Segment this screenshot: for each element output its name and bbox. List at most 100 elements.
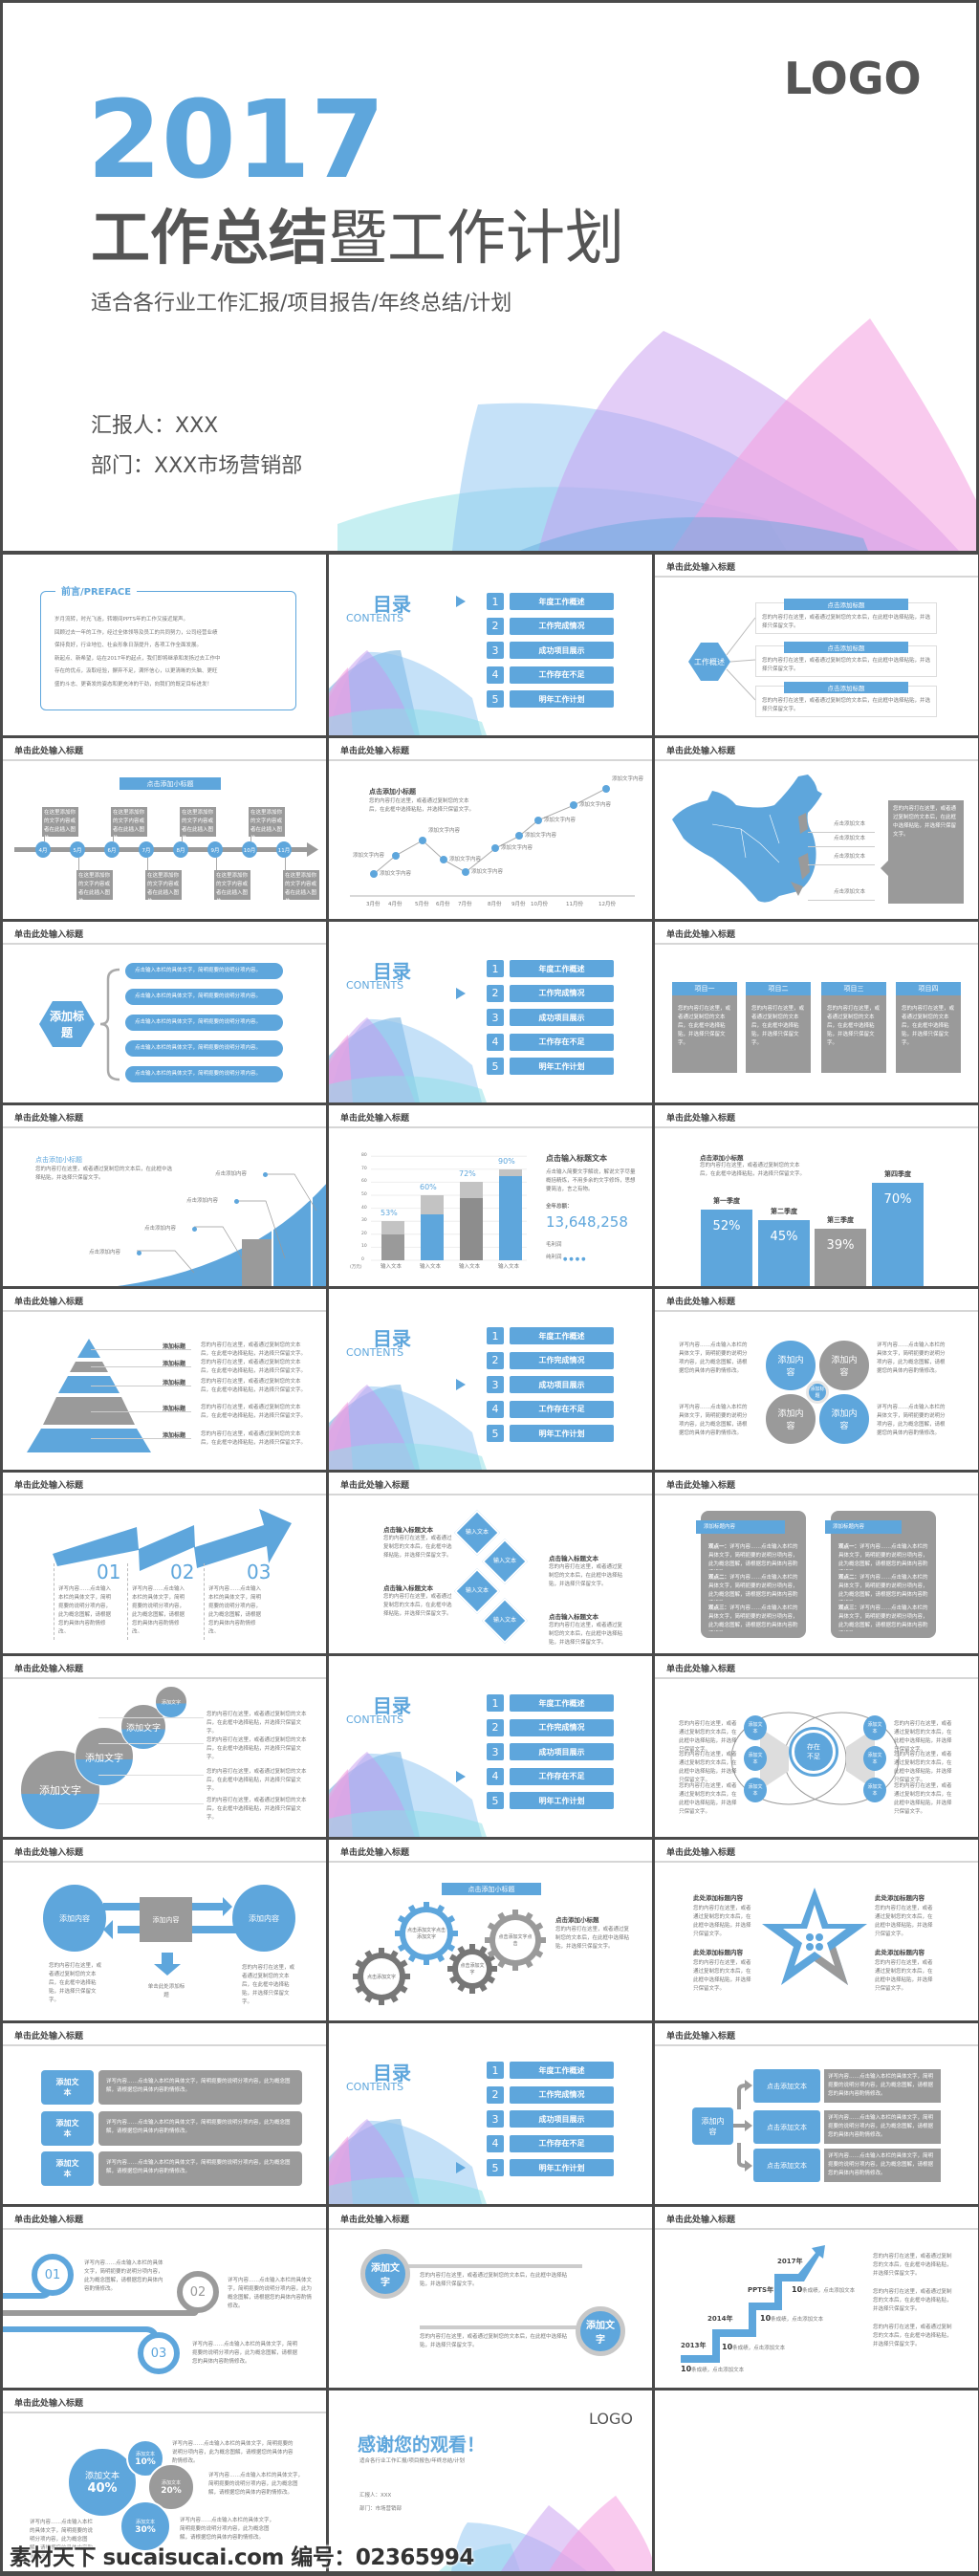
contents-number[interactable]: 2 — [487, 1351, 504, 1369]
projects-slide[interactable]: 单击此处输入标题 您的内容打在这里，或者通过复制您的文本后，在此框中选择粘贴，并选… — [655, 922, 978, 1102]
pill-item[interactable]: 点击输入本栏的具体文字，简明扼要的说明分项内容。 — [125, 1040, 283, 1057]
contents-number[interactable]: 5 — [487, 1792, 504, 1809]
contents-item-3[interactable]: 成功项目展示 — [510, 642, 614, 659]
contents-number[interactable]: 1 — [487, 593, 504, 610]
pill-item[interactable]: 点击输入本栏的具体文字，简明扼要的说明分项内容。 — [125, 1066, 283, 1082]
contents-slide[interactable]: 目录 CONTENTS 1 年度工作概述 2 工作完成情况 3 成功项目展示 4 工作存在不足 5 明… — [329, 2023, 652, 2204]
contents-item-1[interactable]: 年度工作概述 — [510, 2062, 614, 2079]
contents-item-3[interactable]: 成功项目展示 — [510, 1376, 614, 1393]
contents-number[interactable]: 2 — [487, 2085, 504, 2104]
contents-number[interactable]: 4 — [487, 666, 504, 684]
contents-number[interactable]: 4 — [487, 1033, 504, 1051]
contents-slide[interactable]: 目录 CONTENTS 1 年度工作概述 2 工作完成情况 3 成功项目展示 4 工作存在不足 5 明… — [329, 555, 652, 735]
quarter-chart-slide[interactable]: 单击此处输入标题 点击添加小标题 您的内容打在这里，或者通过复制您的文本后，在此框中… — [655, 1105, 978, 1286]
contents-item-5[interactable]: 明年工作计划 — [510, 690, 614, 708]
timeline-node[interactable]: 10月 — [242, 841, 257, 858]
timeline-node[interactable]: 8月 — [173, 841, 188, 858]
text-blocks-slide[interactable]: 单击此处输入标题 添加文字 添加文字 您的内容打在这里，或者通过复制您的文本后，在此框… — [329, 2207, 652, 2388]
contents-number[interactable]: 3 — [487, 1376, 504, 1393]
contents-item-4[interactable]: 工作存在不足 — [510, 666, 614, 684]
rings-slide[interactable]: 单击此处输入标题 01 02 03 详写内容……点击输入本栏的具体文字，简明扼要的说明分… — [3, 2207, 326, 2388]
contents-number[interactable]: 4 — [487, 1400, 504, 1418]
contents-slide[interactable]: 目录 CONTENTS 1 年度工作概述 2 工作完成情况 3 成功项目展示 4 工作存在不足 5 明… — [329, 1289, 652, 1470]
three-rows-slide[interactable]: 单击此处输入标题 添加文本 详写内容……点击输入本栏的具体文字，简明扼要的说明分项内… — [3, 2023, 326, 2204]
contents-number[interactable]: 2 — [487, 984, 504, 1002]
contents-item-5[interactable]: 明年工作计划 — [510, 2159, 614, 2176]
contents-slide[interactable]: 目录 CONTENTS 1 年度工作概述 2 工作完成情况 3 成功项目展示 4 工作存在不足 5 明… — [329, 922, 652, 1102]
preface-slide[interactable]: 前言/PREFACE 岁月流转，时光飞逝，转眼间PPTS年的工作又接近尾声。 回顾过… — [3, 555, 326, 735]
contents-item-5[interactable]: 明年工作计划 — [510, 1792, 614, 1809]
diamonds-slide[interactable]: 单击此处输入标题 输入文本 输入文本 输入文本 输入文本 点击输入标题文本 您的内容打在这里… — [329, 1473, 652, 1653]
contents-number[interactable]: 3 — [487, 1009, 504, 1026]
gears-slide[interactable]: 单击此处输入标题 点击添加小标题 点击添加文字点击添加文字 点击添加文字 点击添加文字点… — [329, 1840, 652, 2020]
zigzag-slide[interactable]: 单击此处输入标题 01 详写内容……点击输入本栏的具体文字，简明扼要的说明分项内容，… — [3, 1473, 326, 1653]
contents-item-4[interactable]: 工作存在不足 — [510, 1767, 614, 1785]
timeline-node[interactable]: 5月 — [70, 841, 85, 858]
contents-number[interactable]: 1 — [487, 2062, 504, 2079]
contents-item-4[interactable]: 工作存在不足 — [510, 1400, 614, 1418]
contents-number[interactable]: 5 — [487, 2159, 504, 2176]
cover-slide[interactable]: LOGO 2017 工作总结暨工作计划 适合各行业工作汇报/项目报告/年终总结/… — [3, 3, 976, 551]
timeline-node[interactable]: 11月 — [276, 841, 292, 858]
pill-item[interactable]: 点击输入本栏的具体文字，简明扼要的说明分项内容。 — [125, 1015, 283, 1031]
line-chart-slide[interactable]: 单击此处输入标题 点击添加小标题 您的内容打在这里，或者通过复制您的文本后，在此框中… — [329, 738, 652, 919]
flow-slide[interactable]: 单击此处输入标题 添加内容 添加内容 添加内容 单击此处添加标题 您的内容打在这里，或者通… — [3, 1840, 326, 2020]
timeline-node[interactable]: 4月 — [35, 841, 51, 858]
pill-item[interactable]: 点击输入本栏的具体文字，简明扼要的说明分项内容。 — [125, 963, 283, 979]
contents-number[interactable]: 2 — [487, 1718, 504, 1736]
contents-item-2[interactable]: 工作完成情况 — [510, 1351, 614, 1369]
pyramid-slide[interactable]: 单击此处输入标题 添加标题 您的内容打在这里，或者通过复制您的文本后，在此框中选择粘… — [3, 1289, 326, 1470]
stacked-circles-slide[interactable]: 单击此处输入标题 添加文字 添加文字 添加文字 添加文字 您的内容打在这里，或者通过复制您… — [3, 1656, 326, 1837]
pill-item[interactable]: 点击输入本栏的具体文字，简明扼要的说明分项内容。 — [125, 989, 283, 1005]
contents-number[interactable]: 1 — [487, 1327, 504, 1344]
contents-number[interactable]: 5 — [487, 1425, 504, 1442]
contents-number[interactable]: 4 — [487, 2134, 504, 2152]
slide-title[interactable]: 单击此处输入标题 — [14, 1662, 83, 1674]
contents-number[interactable]: 5 — [487, 690, 504, 708]
contents-item-3[interactable]: 成功项目展示 — [510, 1009, 614, 1026]
contents-item-2[interactable]: 工作完成情况 — [510, 1718, 614, 1736]
contents-number[interactable]: 1 — [487, 1694, 504, 1712]
curve-slide[interactable]: 单击此处输入标题 点击添加小标题 您的内容打在这里，或者通过复制您的文本后，在此框中… — [3, 1105, 326, 1286]
contents-item-3[interactable]: 成功项目展示 — [510, 1743, 614, 1760]
contents-number[interactable]: 3 — [487, 1743, 504, 1760]
cards-slide[interactable]: 单击此处输入标题 添加标题内容 观点一：详写内容……点击输入本栏的具体文字，简明扼要… — [655, 1473, 978, 1653]
shortfall-slide[interactable]: 单击此处输入标题 存在不足 添加文本 添加文本 您的内容打在这里，或者通过复制您的文本后… — [655, 1656, 978, 1837]
blank-slide[interactable] — [655, 2390, 978, 2571]
slide-title[interactable]: 单击此处输入标题 — [666, 1111, 735, 1124]
slide-title[interactable]: 单击此处输入标题 — [14, 2029, 83, 2041]
contents-number[interactable]: 5 — [487, 1058, 504, 1075]
four-circles-slide[interactable]: 单击此处输入标题 添加内容 添加内容 添加内容 添加内容 添加标题 详写内容……点击输入本栏… — [655, 1289, 978, 1470]
contents-number[interactable]: 2 — [487, 617, 504, 635]
brace-slide[interactable]: 单击此处输入标题 添加标题 点击输入本栏的具体文字，简明扼要的说明分项内容。 点击输入… — [3, 922, 326, 1102]
slide-title[interactable]: 单击此处输入标题 — [340, 2213, 409, 2225]
slide-title[interactable]: 单击此处输入标题 — [666, 928, 735, 940]
slide-title[interactable]: 单击此处输入标题 — [666, 1478, 735, 1491]
contents-item-5[interactable]: 明年工作计划 — [510, 1425, 614, 1442]
contents-item-5[interactable]: 明年工作计划 — [510, 1058, 614, 1075]
contents-item-3[interactable]: 成功项目展示 — [510, 2110, 614, 2128]
overview-slide[interactable]: 单击此处输入标题 工作概述 点击添加标题 您的内容打在这里，或者通过复制您的文本后，在… — [655, 555, 978, 735]
contents-item-2[interactable]: 工作完成情况 — [510, 617, 614, 635]
timeline-node[interactable]: 6月 — [104, 841, 120, 858]
slide-title[interactable]: 单击此处输入标题 — [666, 1295, 735, 1307]
contents-item-1[interactable]: 年度工作概述 — [510, 1327, 614, 1344]
contents-item-1[interactable]: 年度工作概述 — [510, 593, 614, 610]
timeline-slide[interactable]: 单击此处输入标题点击添加小标题4月在这里添加你的文字内容或者在此插入图片5月在这… — [3, 738, 326, 919]
slide-title[interactable]: 单击此处输入标题 — [340, 1478, 409, 1491]
map-slide[interactable]: 单击此处输入标题 您的内容打在这里，或者通过复制您的文本后，在此框中选择粘贴，并选… — [655, 738, 978, 919]
branch-slide[interactable]: 单击此处输入标题 添加内容 点击添加文本 详写内容……点击输入本栏的具体文字，简明扼要… — [655, 2023, 978, 2204]
timeline-node[interactable]: 7月 — [139, 841, 154, 858]
contents-number[interactable]: 3 — [487, 642, 504, 659]
contents-item-4[interactable]: 工作存在不足 — [510, 1033, 614, 1051]
contents-slide[interactable]: 目录 CONTENTS 1 年度工作概述 2 工作完成情况 3 成功项目展示 4 工作存在不足 5 明… — [329, 1656, 652, 1837]
contents-item-4[interactable]: 工作存在不足 — [510, 2134, 614, 2152]
contents-item-1[interactable]: 年度工作概述 — [510, 1694, 614, 1712]
slide-title[interactable]: 单击此处输入标题 — [14, 2396, 83, 2409]
contents-item-2[interactable]: 工作完成情况 — [510, 2085, 614, 2104]
contents-number[interactable]: 3 — [487, 2110, 504, 2128]
contents-item-2[interactable]: 工作完成情况 — [510, 984, 614, 1002]
timeline-node[interactable]: 9月 — [207, 841, 223, 858]
contents-number[interactable]: 4 — [487, 1767, 504, 1785]
stairs-slide[interactable]: 单击此处输入标题 2013年 2014年 PPTS年 2017年 10条成绩，点击添加文本… — [655, 2207, 978, 2388]
